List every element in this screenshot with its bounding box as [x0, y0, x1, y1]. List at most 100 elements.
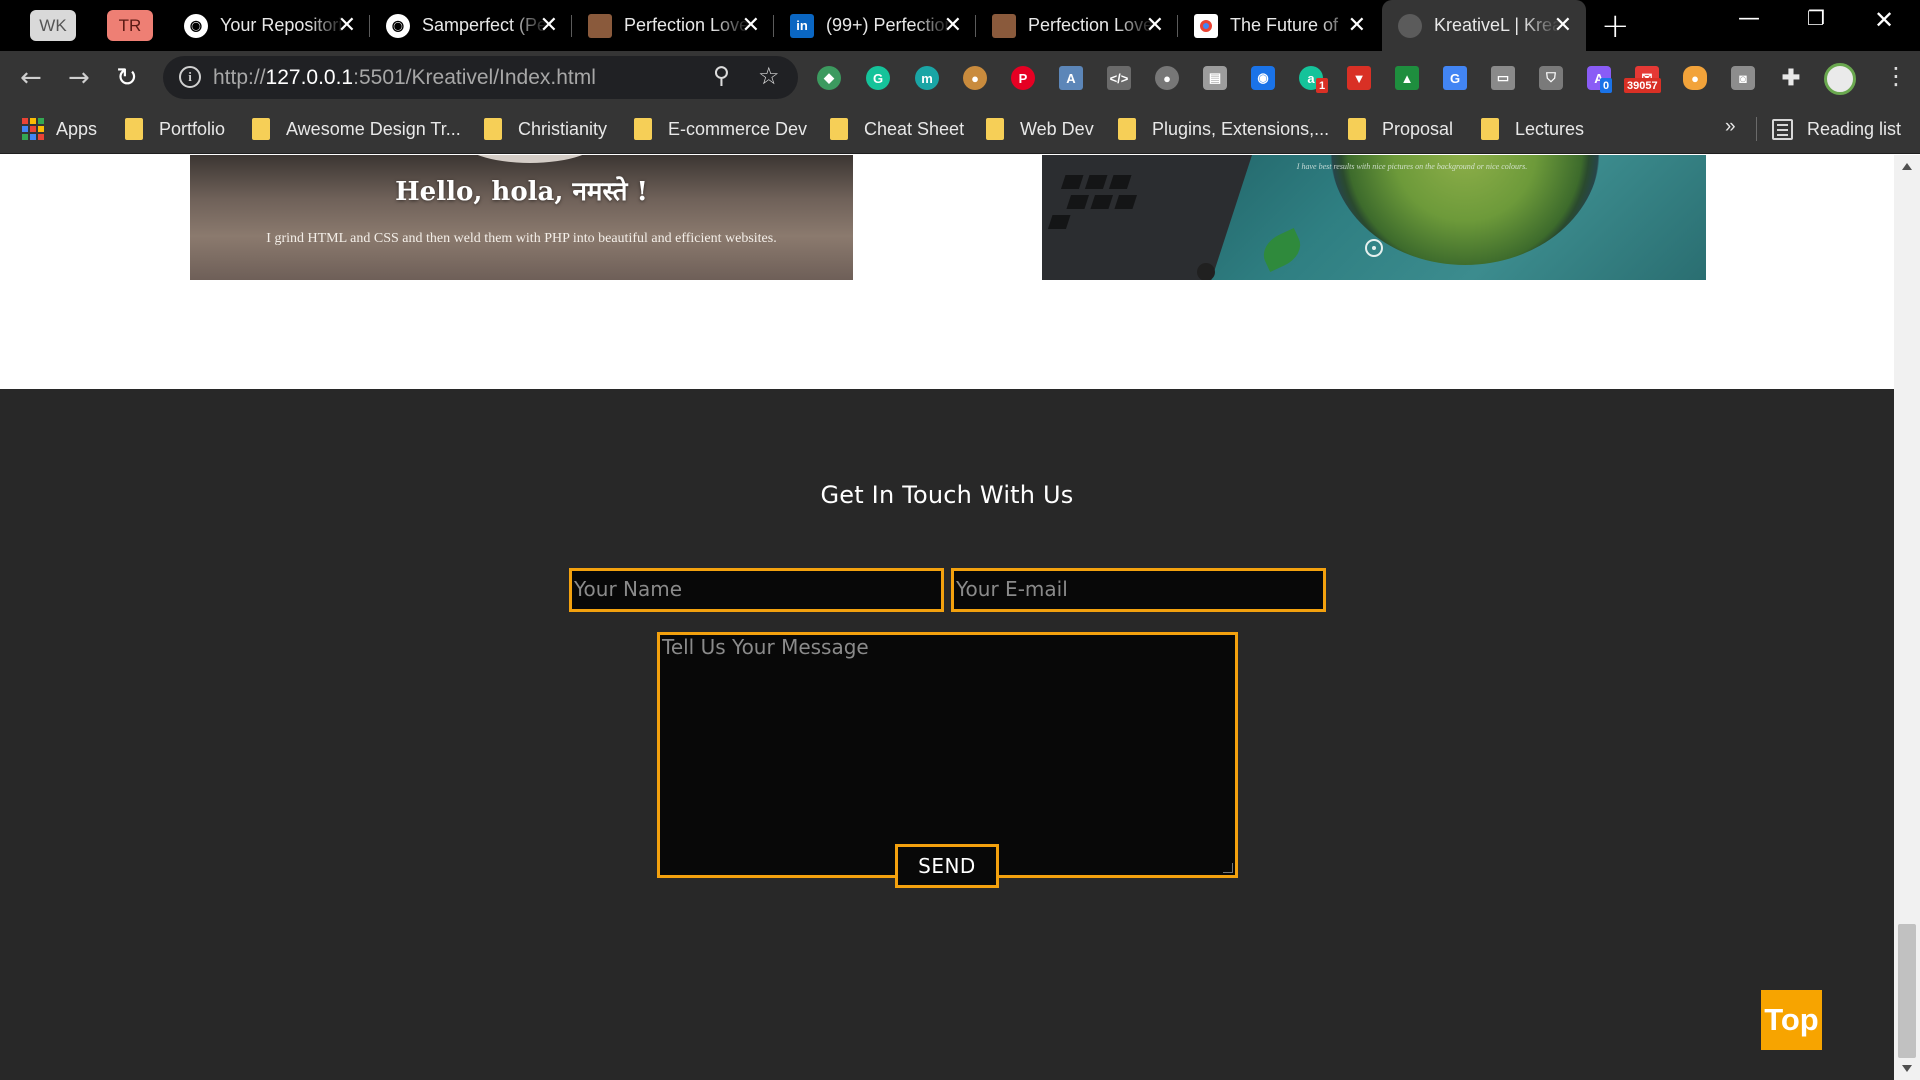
- folder-icon: [1118, 118, 1136, 140]
- profile-tab-wk[interactable]: WK: [30, 10, 76, 41]
- email-input[interactable]: Your E-mail: [951, 568, 1326, 612]
- back-to-top-button[interactable]: Top: [1761, 990, 1822, 1050]
- mail-badge: 39057: [1624, 78, 1661, 93]
- tab-samperfect[interactable]: ◉ Samperfect (Perfection) ✕: [370, 0, 572, 51]
- tab-title: Your Repositories: [220, 15, 346, 35]
- shield-icon[interactable]: ⛉: [1539, 66, 1563, 90]
- pocket-icon[interactable]: ▼: [1347, 66, 1371, 90]
- tab-kreativel-active[interactable]: KreativeL | Kreative ✕: [1382, 0, 1586, 51]
- bookmark-web-dev[interactable]: Web Dev: [986, 104, 1094, 154]
- reading-list-button[interactable]: Reading list: [1772, 104, 1901, 154]
- minimize-icon[interactable]: —: [1738, 6, 1760, 31]
- page-scrollbar[interactable]: [1894, 155, 1920, 1080]
- perfection-icon: [588, 13, 612, 38]
- linkedin-icon: in: [790, 13, 814, 38]
- code-extension-icon[interactable]: </>: [1107, 66, 1131, 90]
- restore-icon[interactable]: ❐: [1807, 6, 1825, 30]
- mercury-icon[interactable]: m: [915, 66, 939, 90]
- bookmark-star-icon[interactable]: ☆: [758, 62, 780, 90]
- folder-icon: [1481, 118, 1499, 140]
- tab-title: The Future of: [1230, 15, 1339, 35]
- scroll-up-arrow-icon[interactable]: [1902, 163, 1912, 170]
- close-tab-icon[interactable]: ✕: [944, 12, 962, 38]
- close-tab-icon[interactable]: ✕: [742, 12, 760, 38]
- tab-title: Perfection Lover: [1028, 15, 1154, 35]
- tab-the-future-of[interactable]: The Future of ✕: [1178, 0, 1380, 51]
- bookmark-ecommerce-dev[interactable]: E-commerce Dev: [634, 104, 807, 154]
- window-extension-icon[interactable]: ▭: [1491, 66, 1515, 90]
- adblock-badge: 0: [1600, 78, 1613, 93]
- bookmark-label: Proposal: [1382, 118, 1454, 139]
- address-bar[interactable]: i http://127.0.0.1:5501/Kreativel/Index.…: [163, 56, 798, 99]
- tab-your-repositories[interactable]: ◉ Your Repositories ✕: [168, 0, 370, 51]
- close-tab-icon[interactable]: ✕: [540, 12, 558, 38]
- github-icon: ◉: [184, 13, 208, 38]
- reading-list-label: Reading list: [1807, 118, 1902, 139]
- bookmark-plugins[interactable]: Plugins, Extensions,...: [1118, 104, 1329, 154]
- bookmarks-overflow-button[interactable]: »: [1725, 116, 1736, 138]
- portfolio-card-right[interactable]: I have best results with nice pictures o…: [1042, 155, 1706, 280]
- scrollbar-thumb[interactable]: [1898, 924, 1916, 1058]
- colorful-extension-icon[interactable]: ◆: [817, 66, 841, 90]
- zoom-icon[interactable]: ⚲: [713, 63, 730, 89]
- back-arrow-icon[interactable]: ←: [20, 63, 42, 93]
- bookmark-cheat-sheet[interactable]: Cheat Sheet: [830, 104, 964, 154]
- cookie-icon[interactable]: ●: [963, 66, 987, 90]
- bookmark-portfolio[interactable]: Portfolio: [125, 104, 225, 154]
- new-tab-button[interactable]: +: [1601, 6, 1630, 46]
- name-input[interactable]: Your Name: [569, 568, 944, 612]
- camera-extension-icon[interactable]: ●: [1155, 66, 1179, 90]
- font-extension-icon[interactable]: A: [1059, 66, 1083, 90]
- bookmark-christianity[interactable]: Christianity: [484, 104, 607, 154]
- bookmark-awesome-design[interactable]: Awesome Design Tr...: [252, 104, 461, 154]
- notes-extension-icon[interactable]: ▤: [1203, 66, 1227, 90]
- close-tab-icon[interactable]: ✕: [1348, 12, 1366, 38]
- pinterest-icon[interactable]: P: [1011, 66, 1035, 90]
- resize-handle-icon[interactable]: [1223, 863, 1233, 873]
- tab-linkedin[interactable]: in (99+) Perfection ✕: [774, 0, 976, 51]
- folder-icon: [125, 118, 143, 140]
- bookmark-lectures[interactable]: Lectures: [1481, 104, 1584, 154]
- profile-tab-tr[interactable]: TR: [107, 10, 153, 41]
- site-info-icon[interactable]: i: [179, 66, 201, 88]
- page-viewport: Hello, hola, नमस्ते ! I grind HTML and C…: [0, 155, 1894, 1080]
- card-caption: I have best results with nice pictures o…: [1296, 162, 1528, 171]
- bookmark-label: Christianity: [518, 118, 608, 139]
- screenshot-icon[interactable]: ◙: [1731, 66, 1755, 90]
- bookmark-label: Lectures: [1515, 118, 1585, 139]
- close-window-icon[interactable]: ✕: [1874, 6, 1894, 34]
- bookmark-label: Portfolio: [159, 118, 226, 139]
- portfolio-card-left[interactable]: Hello, hola, नमस्ते ! I grind HTML and C…: [190, 155, 853, 280]
- scroll-down-arrow-icon[interactable]: [1902, 1065, 1912, 1072]
- laptop-image: [1042, 155, 1252, 280]
- grammarly-icon[interactable]: G: [866, 66, 890, 90]
- folder-icon: [830, 118, 848, 140]
- avatar[interactable]: [1824, 63, 1856, 95]
- bookmark-apps[interactable]: Apps: [22, 104, 97, 154]
- bookmark-proposal[interactable]: Proposal: [1348, 104, 1453, 154]
- menu-kebab-icon[interactable]: ⋮: [1884, 62, 1908, 90]
- reload-icon[interactable]: ↻: [116, 63, 138, 93]
- bookmark-label: Apps: [56, 118, 98, 139]
- folder-icon: [1348, 118, 1366, 140]
- grammar-badge: 1: [1316, 78, 1329, 93]
- address-url[interactable]: http://127.0.0.1:5501/Kreativel/Index.ht…: [213, 66, 596, 90]
- decor-image: [1197, 263, 1215, 280]
- drive-icon[interactable]: ▲: [1395, 66, 1419, 90]
- location-extension-icon[interactable]: ◉: [1251, 66, 1275, 90]
- translate-icon[interactable]: G: [1443, 66, 1467, 90]
- extensions-puzzle-icon[interactable]: ✚: [1779, 65, 1803, 90]
- bookmark-label: Plugins, Extensions,...: [1152, 118, 1330, 139]
- close-tab-icon[interactable]: ✕: [1146, 12, 1164, 38]
- close-tab-icon[interactable]: ✕: [1554, 12, 1572, 38]
- contact-section: Get In Touch With Us Your Name Your E-ma…: [0, 389, 1894, 1080]
- forward-arrow-icon[interactable]: →: [68, 63, 90, 93]
- perfection-icon: [992, 13, 1016, 38]
- tab-perfection-lover-2[interactable]: Perfection Lover ✕: [976, 0, 1178, 51]
- tab-perfection-lover[interactable]: Perfection Lover ✕: [572, 0, 774, 51]
- globe-icon: [1398, 13, 1422, 38]
- close-tab-icon[interactable]: ✕: [338, 12, 356, 38]
- message-textarea[interactable]: Tell Us Your Message: [657, 632, 1238, 878]
- bottle-extension-icon[interactable]: ●: [1683, 66, 1707, 90]
- send-button[interactable]: SEND: [895, 844, 999, 888]
